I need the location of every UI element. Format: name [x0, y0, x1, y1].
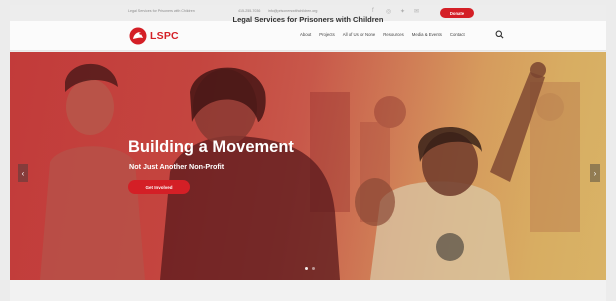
- slider-dot-2[interactable]: [312, 267, 315, 270]
- hero-subtitle: Not Just Another Non-Profit: [129, 162, 225, 171]
- site-header: LSPC About Projects All of Us or None Re…: [10, 21, 606, 51]
- intro-section: [10, 280, 606, 301]
- nav-item-about[interactable]: About: [300, 32, 311, 37]
- hero-slider: Building a Movement Not Just Another Non…: [10, 52, 606, 280]
- main-nav: About Projects All of Us or None Resourc…: [300, 32, 473, 37]
- get-involved-button[interactable]: Get Involved: [128, 180, 190, 194]
- hero-photo: [40, 62, 580, 280]
- facebook-icon[interactable]: f: [372, 8, 374, 14]
- nav-item-all-of-us-or-none[interactable]: All of Us or None: [343, 32, 375, 37]
- slider-dot-1[interactable]: [305, 267, 308, 270]
- top-bar-tagline: Legal Services for Prisoners with Childr…: [128, 9, 195, 13]
- email-icon[interactable]: ✉: [414, 8, 419, 15]
- slider-prev-arrow[interactable]: ‹: [18, 164, 28, 182]
- nav-item-resources[interactable]: Resources: [383, 32, 404, 37]
- page: Legal Services for Prisoners with Childr…: [0, 0, 616, 301]
- nav-item-contact[interactable]: Contact: [450, 32, 465, 37]
- nav-item-media-events[interactable]: Media & Events: [412, 32, 442, 37]
- slider-next-arrow[interactable]: ›: [590, 164, 600, 182]
- instagram-icon[interactable]: ◎: [386, 8, 391, 15]
- hero-title: Building a Movement: [128, 138, 294, 156]
- slider-dots: [305, 267, 319, 270]
- logo[interactable]: LSPC: [128, 26, 179, 46]
- twitter-icon[interactable]: ✦: [400, 8, 405, 15]
- nav-item-projects[interactable]: Projects: [319, 32, 335, 37]
- section-heading: Legal Services for Prisoners with Childr…: [232, 15, 384, 24]
- search-icon[interactable]: [495, 30, 504, 39]
- logo-text: LSPC: [150, 30, 179, 42]
- top-bar-phone[interactable]: 415-255-7036: [238, 9, 260, 13]
- logo-icon: [129, 27, 147, 45]
- top-bar-email[interactable]: info@prisonerswithchildren.org: [268, 9, 317, 13]
